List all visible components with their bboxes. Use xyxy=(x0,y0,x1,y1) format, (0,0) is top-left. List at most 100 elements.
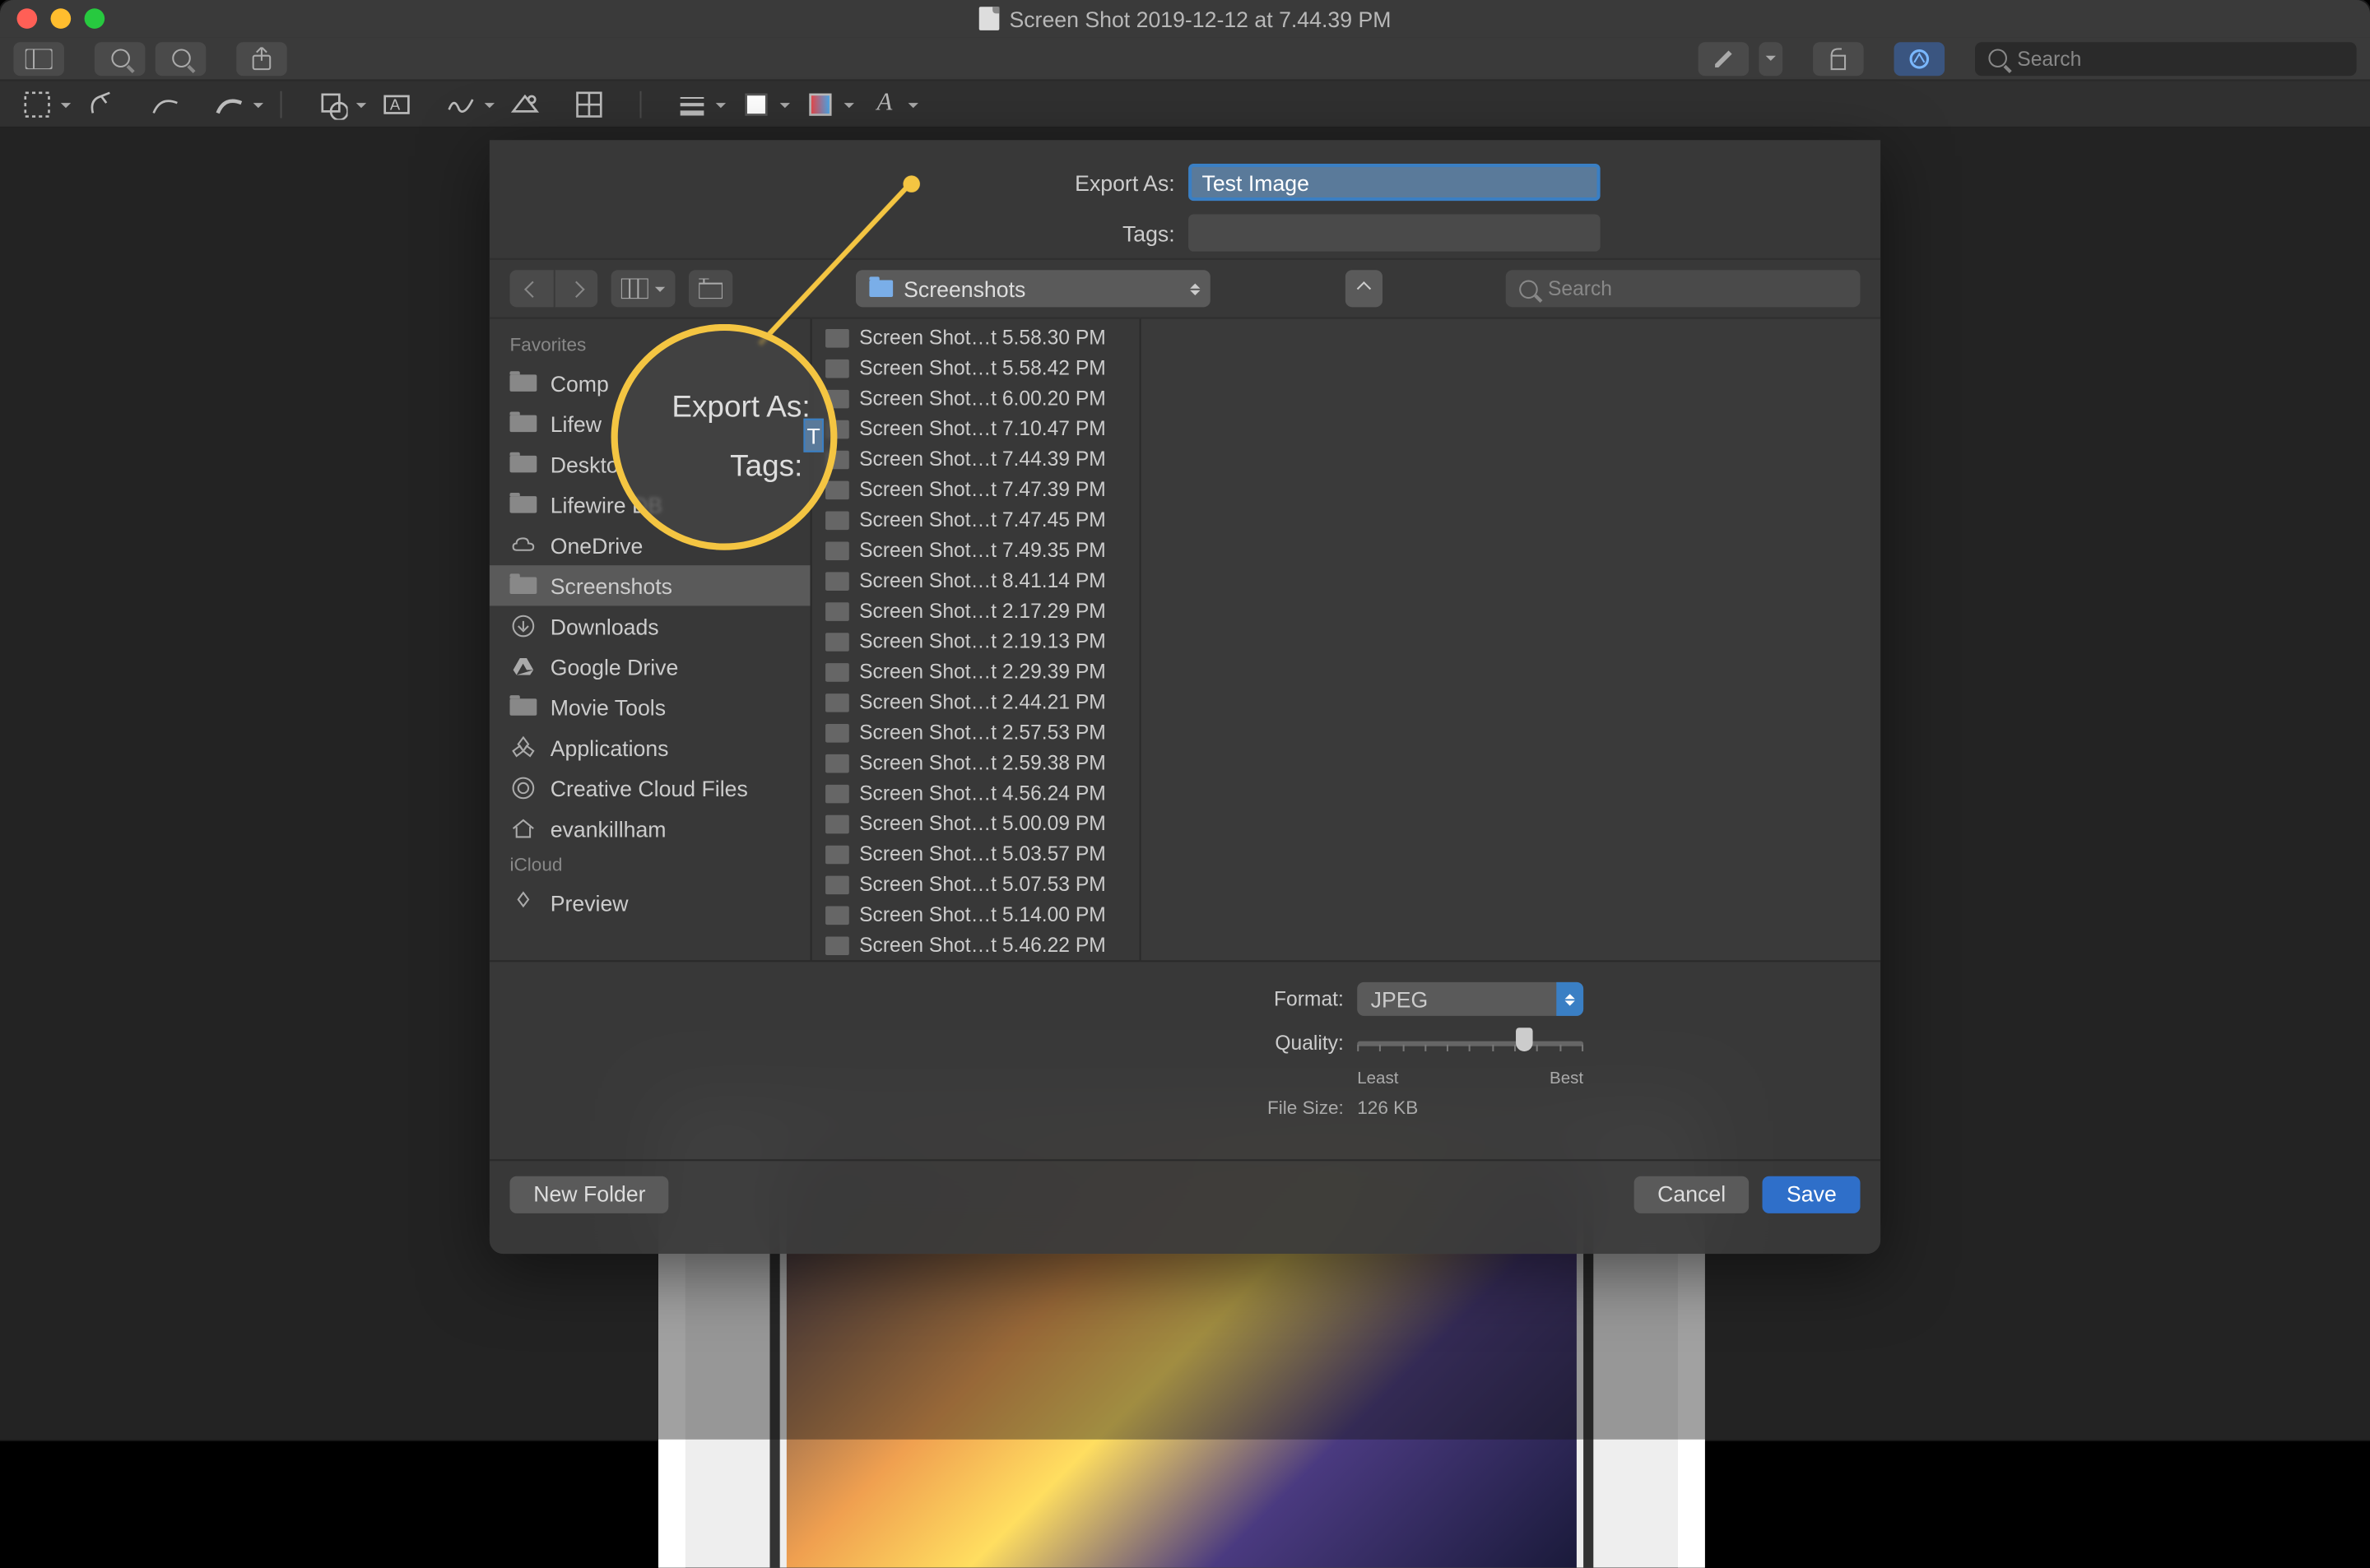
file-item[interactable]: Screen Shot…t 5.14.00 PM xyxy=(812,899,1140,930)
file-item[interactable]: Screen Shot…t 7.10.47 PM xyxy=(812,414,1140,444)
cancel-button[interactable]: Cancel xyxy=(1633,1176,1749,1213)
sidebar-item[interactable]: Preview xyxy=(490,883,811,923)
file-column[interactable]: Screen Shot…t 5.58.30 PMScreen Shot…t 5.… xyxy=(811,319,1141,960)
sidebar-item-label: Deskto xyxy=(551,452,619,477)
titlebar: Screen Shot 2019-12-12 at 7.44.39 PM xyxy=(0,0,2370,37)
share-button[interactable] xyxy=(236,41,287,75)
file-item[interactable]: Screen Shot…t 2.57.53 PM xyxy=(812,717,1140,748)
file-item[interactable]: Screen Shot…t 2.29.39 PM xyxy=(812,656,1140,687)
file-item[interactable]: Screen Shot…t 5.46.22 PM xyxy=(812,930,1140,960)
file-item[interactable]: Screen Shot…t 7.47.39 PM xyxy=(812,474,1140,504)
image-file-icon xyxy=(825,935,849,954)
format-popup[interactable]: JPEG xyxy=(1357,982,1583,1016)
file-name: Screen Shot…t 7.47.45 PM xyxy=(859,508,1126,531)
view-mode-button[interactable] xyxy=(611,270,676,307)
export-sheet: Export As: Test Image Tags: Screenshots xyxy=(490,140,1880,1254)
file-item[interactable]: Screen Shot…t 7.44.39 PM xyxy=(812,443,1140,474)
image-file-icon xyxy=(825,662,849,681)
export-as-input[interactable]: Test Image xyxy=(1188,164,1601,201)
home-icon xyxy=(509,819,537,839)
folder-icon xyxy=(509,415,537,433)
preview-column xyxy=(1141,319,1880,960)
adjust-size-icon[interactable] xyxy=(572,87,606,121)
sidebar-item-label: Screenshots xyxy=(551,573,672,598)
selection-tool-icon[interactable] xyxy=(21,87,54,121)
slider-thumb[interactable] xyxy=(1516,1028,1533,1051)
filesize-label: File Size: xyxy=(787,1098,1344,1119)
callout-line2: Tags: xyxy=(730,449,802,485)
file-item[interactable]: Screen Shot…t 2.59.38 PM xyxy=(812,748,1140,778)
callout-line1: Export As: xyxy=(672,390,810,425)
format-label: Format: xyxy=(787,987,1344,1011)
instant-alpha-icon[interactable] xyxy=(85,87,118,121)
file-name: Screen Shot…t 2.57.53 PM xyxy=(859,721,1126,745)
search-icon xyxy=(1519,279,1538,298)
fill-color-icon[interactable] xyxy=(803,87,837,121)
folder-icon xyxy=(509,578,537,595)
sidebar-item[interactable]: evankillham xyxy=(490,809,811,849)
svg-text:A: A xyxy=(390,95,401,112)
sidebar-item-label: Preview xyxy=(551,890,629,916)
markup-toolbar: A A xyxy=(0,81,2370,128)
file-item[interactable]: Screen Shot…t 5.00.09 PM xyxy=(812,809,1140,839)
edit-menu-button[interactable] xyxy=(1759,41,1782,75)
file-item[interactable]: Screen Shot…t 7.49.35 PM xyxy=(812,535,1140,565)
sketch-tool-icon[interactable] xyxy=(149,87,183,121)
file-item[interactable]: Screen Shot…t 2.17.29 PM xyxy=(812,596,1140,626)
toolbar-search-input[interactable]: Search xyxy=(1975,41,2357,75)
rotate-button[interactable] xyxy=(1813,41,1864,75)
line-weight-icon[interactable] xyxy=(676,87,709,121)
drive-icon xyxy=(509,656,537,677)
image-file-icon xyxy=(825,754,849,772)
quality-label: Quality: xyxy=(787,1031,1344,1055)
file-name: Screen Shot…t 5.00.09 PM xyxy=(859,812,1126,836)
file-item[interactable]: Screen Shot…t 2.19.13 PM xyxy=(812,626,1140,656)
sidebar-item-label: OneDrive xyxy=(551,532,644,558)
text-style-icon[interactable]: A xyxy=(867,87,901,121)
new-folder-button[interactable]: New Folder xyxy=(509,1176,669,1213)
file-item[interactable]: Screen Shot…t 4.56.24 PM xyxy=(812,778,1140,809)
shapes-tool-icon[interactable] xyxy=(316,87,350,121)
file-item[interactable]: Screen Shot…t 8.41.14 PM xyxy=(812,565,1140,596)
draw-tool-icon[interactable] xyxy=(212,87,246,121)
image-file-icon xyxy=(825,845,849,864)
quality-slider[interactable] xyxy=(1357,1026,1583,1060)
file-item[interactable]: Screen Shot…t 7.47.45 PM xyxy=(812,504,1140,535)
folder-icon xyxy=(509,456,537,473)
sidebar-item-label: Downloads xyxy=(551,614,659,639)
save-button[interactable]: Save xyxy=(1763,1176,1860,1213)
tags-input[interactable] xyxy=(1188,215,1601,252)
sidebar-item-label: Google Drive xyxy=(551,654,679,680)
sidebar-item[interactable]: Movie Tools xyxy=(490,687,811,727)
file-item[interactable]: Screen Shot…t 5.03.57 PM xyxy=(812,838,1140,869)
file-name: Screen Shot…t 8.41.14 PM xyxy=(859,568,1126,592)
zoom-out-button[interactable] xyxy=(95,41,146,75)
text-tool-icon[interactable]: A xyxy=(380,87,414,121)
sidebar-item[interactable]: Applications xyxy=(490,727,811,768)
down-icon xyxy=(509,616,537,637)
sidebar-item[interactable]: Downloads xyxy=(490,605,811,646)
collapse-button[interactable] xyxy=(1345,270,1382,307)
sign-tool-icon[interactable] xyxy=(444,87,477,121)
file-name: Screen Shot…t 2.17.29 PM xyxy=(859,599,1126,623)
sidebar-item[interactable]: Screenshots xyxy=(490,565,811,605)
sidebar-toggle-button[interactable] xyxy=(13,41,64,75)
file-item[interactable]: Screen Shot…t 5.07.53 PM xyxy=(812,869,1140,899)
file-item[interactable]: Screen Shot…t 2.44.21 PM xyxy=(812,687,1140,717)
sheet-search-input[interactable]: Search xyxy=(1506,270,1861,307)
markup-button[interactable] xyxy=(1894,41,1945,75)
format-area: Format: JPEG Quality: Least Best xyxy=(490,960,1880,1159)
file-name: Screen Shot…t 5.46.22 PM xyxy=(859,933,1126,957)
file-name: Screen Shot…t 2.59.38 PM xyxy=(859,751,1126,775)
file-name: Screen Shot…t 2.29.39 PM xyxy=(859,660,1126,684)
sidebar-item[interactable]: Creative Cloud Files xyxy=(490,768,811,808)
search-icon xyxy=(1988,49,2007,67)
forward-button[interactable] xyxy=(554,270,597,307)
adjust-color-icon[interactable] xyxy=(508,87,541,121)
file-item[interactable]: Screen Shot…t 6.00.20 PM xyxy=(812,383,1140,414)
border-color-icon[interactable] xyxy=(739,87,773,121)
back-button[interactable] xyxy=(509,270,553,307)
zoom-in-button[interactable] xyxy=(156,41,207,75)
edit-button[interactable] xyxy=(1698,41,1750,75)
sidebar-item[interactable]: Google Drive xyxy=(490,647,811,687)
